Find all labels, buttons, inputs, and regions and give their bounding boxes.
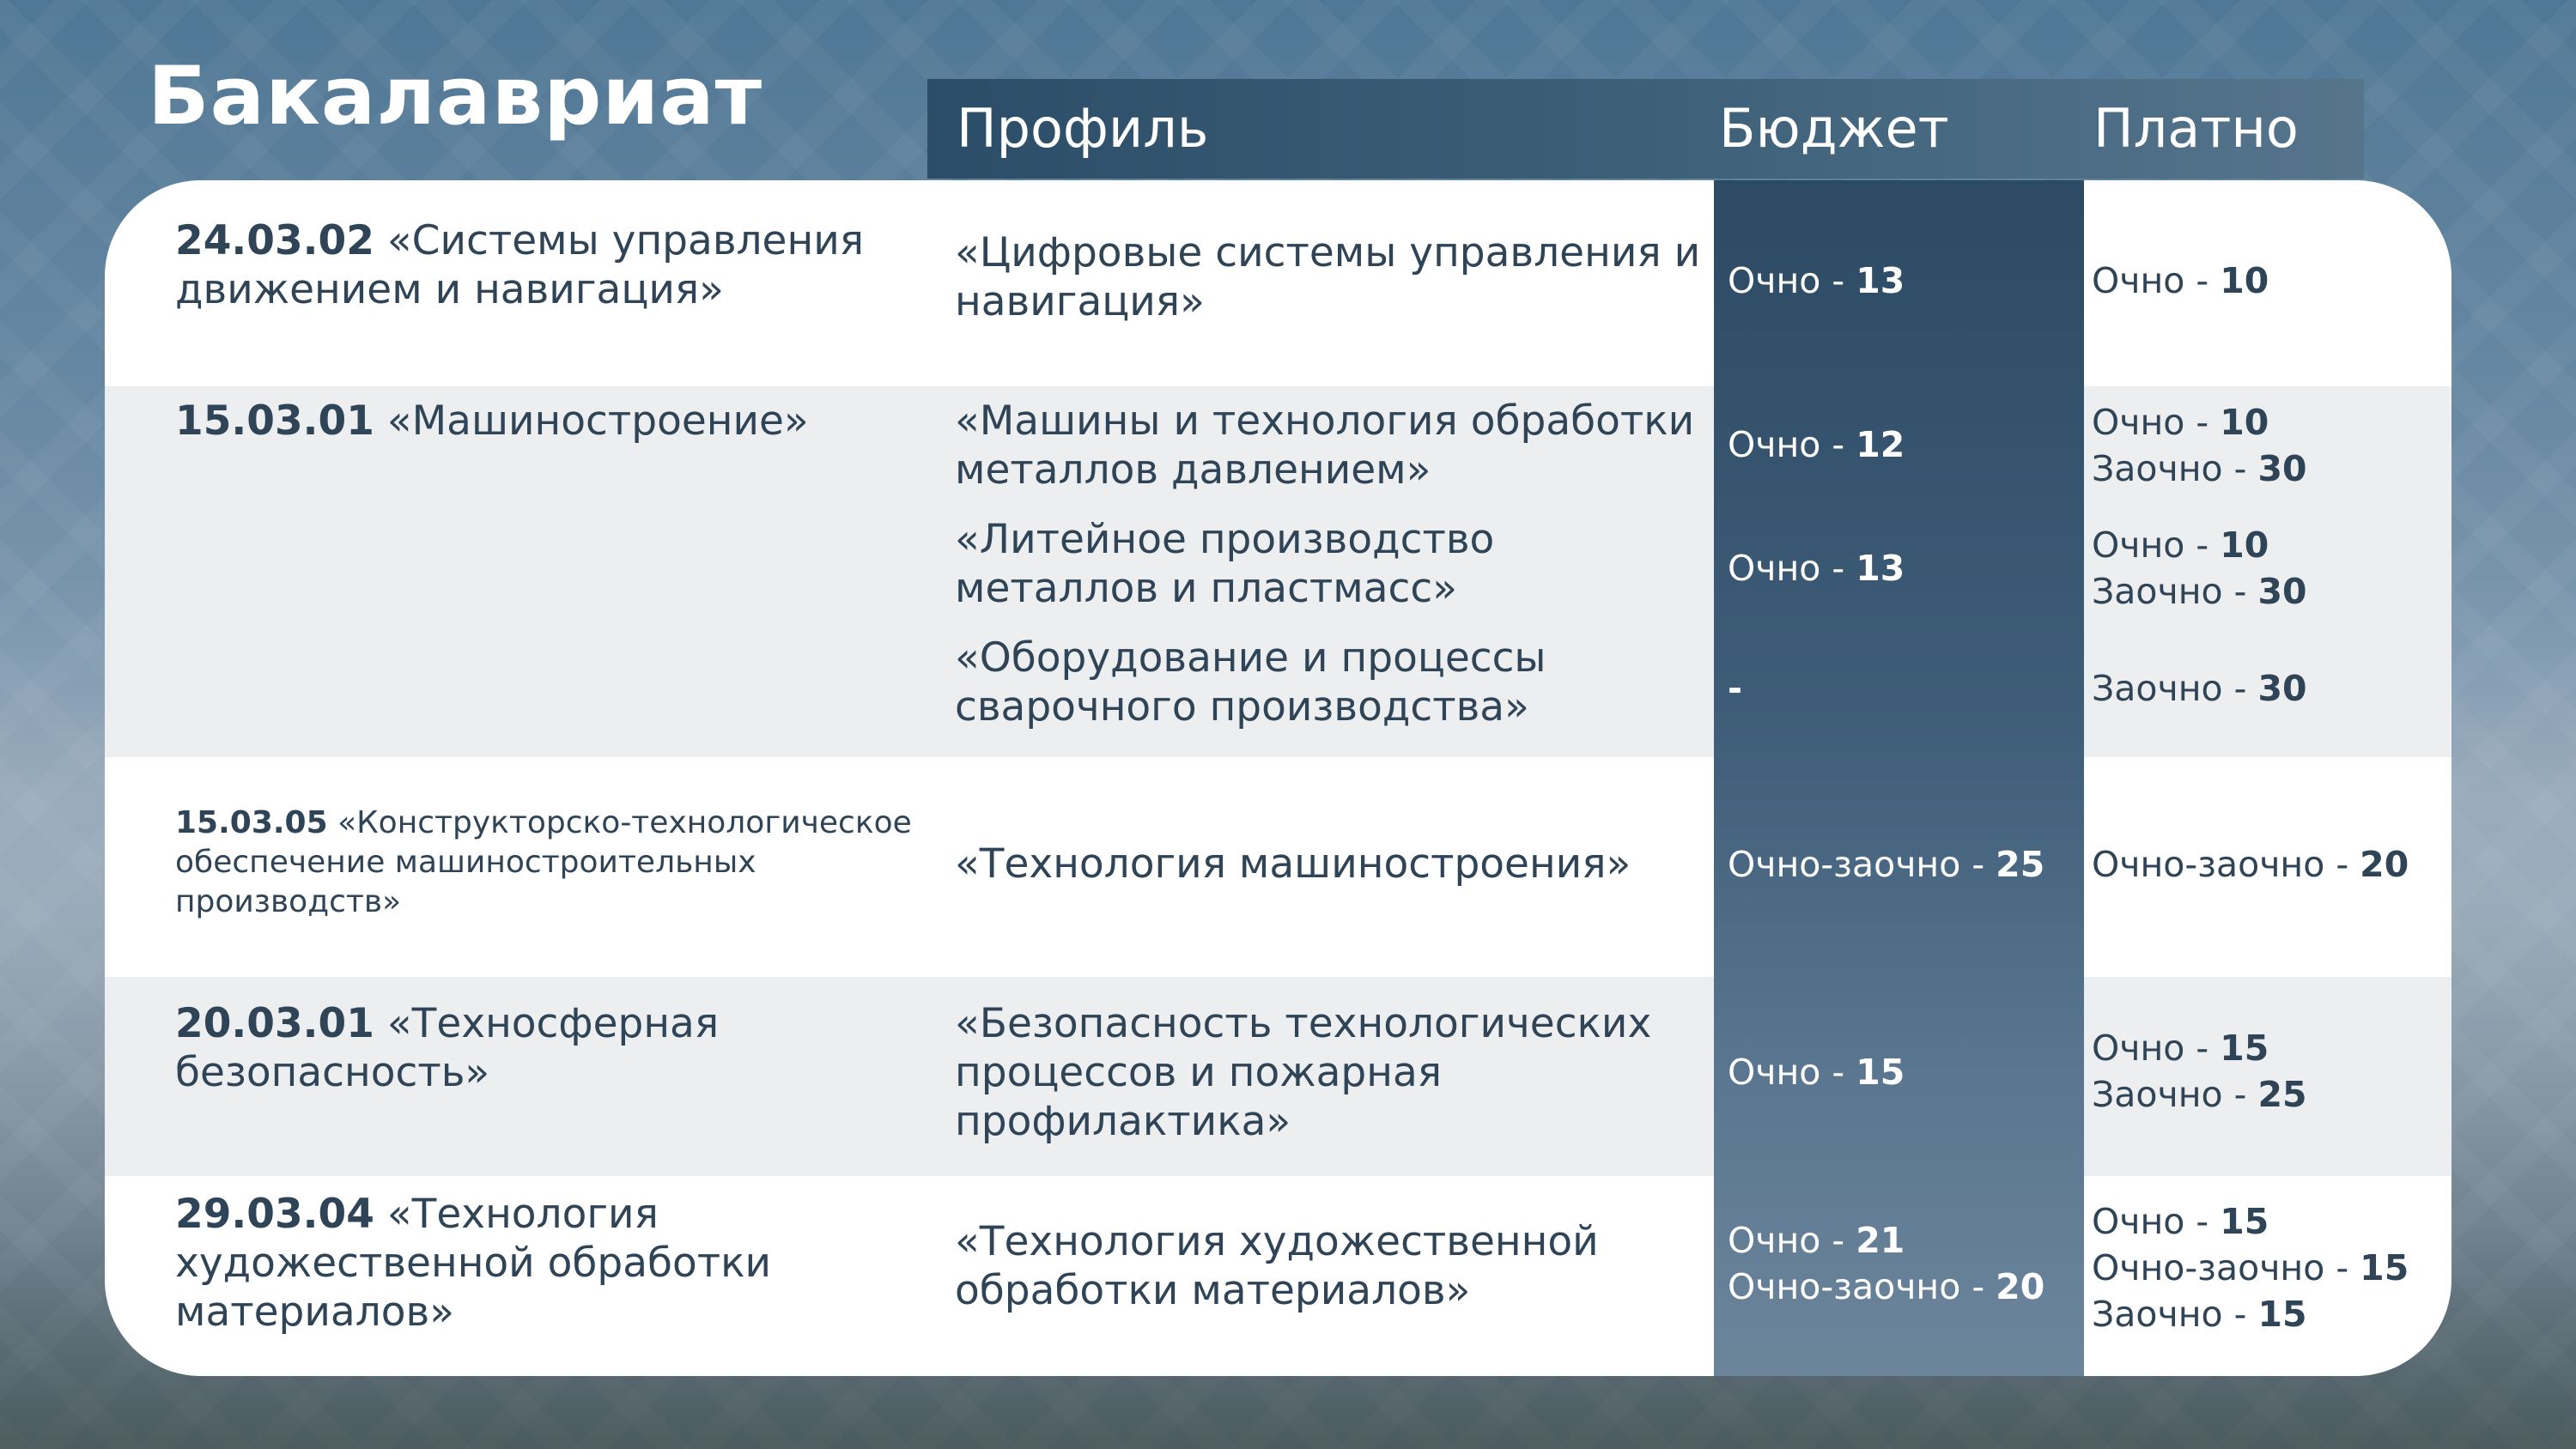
seat-count: 30 bbox=[2257, 448, 2307, 489]
seat-count: 25 bbox=[1996, 844, 2045, 885]
study-mode: Очно - bbox=[2092, 1201, 2221, 1242]
budget-column bbox=[1714, 180, 2084, 1376]
table-header: Профиль Бюджет Платно bbox=[927, 79, 2364, 179]
direction-cell: 20.03.01 «Техносферная безопасность» bbox=[175, 999, 948, 1097]
seat-count: 12 bbox=[1856, 424, 1905, 465]
seat-count: 10 bbox=[2220, 260, 2269, 301]
study-mode: Очно-заочно - bbox=[1728, 1266, 1996, 1307]
page-title: Бакалавриат bbox=[148, 50, 763, 143]
header-budget: Бюджет bbox=[1719, 97, 1949, 160]
direction-cell: 15.03.05 «Конструкторско-технологическое… bbox=[175, 803, 948, 922]
budget-cell: Очно - 12 bbox=[1728, 421, 2080, 468]
study-mode: Очно-заочно - bbox=[2092, 1247, 2360, 1288]
seat-count: 15 bbox=[2360, 1247, 2409, 1288]
seat-count: 25 bbox=[2257, 1074, 2307, 1115]
study-mode: Заочно - bbox=[2092, 668, 2258, 709]
profile-cell: «Оборудование и процессы сварочного прои… bbox=[955, 634, 1546, 731]
direction-cell: 24.03.02 «Системы управления движением и… bbox=[175, 216, 948, 314]
study-mode: Очно - bbox=[2092, 524, 2221, 566]
budget-cell: Очно - 13 bbox=[1728, 545, 2080, 591]
profile-cell: «Технология художественной обработки мат… bbox=[955, 1218, 1599, 1314]
direction-code: 24.03.02 bbox=[175, 217, 374, 264]
study-mode: Очно - bbox=[1728, 1052, 1856, 1093]
study-mode: Заочно - bbox=[2092, 448, 2258, 489]
direction-cell: 15.03.01 «Машиностроение» bbox=[175, 397, 948, 446]
study-mode: Заочно - bbox=[2092, 571, 2258, 612]
seat-count: 30 bbox=[2257, 571, 2307, 612]
direction-name: «Машиностроение» bbox=[374, 397, 809, 445]
profile-cell: «Безопасность технологических процессов … bbox=[955, 1000, 1652, 1145]
study-mode: Очно - bbox=[1728, 548, 1856, 589]
paid-cell: Очно - 10 Заочно - 30 bbox=[2092, 522, 2444, 615]
seat-count: 13 bbox=[1856, 260, 1905, 301]
study-mode: Очно - bbox=[2092, 402, 2221, 443]
seat-count: 15 bbox=[2220, 1028, 2269, 1069]
paid-cell: Очно - 10 Заочно - 30 bbox=[2092, 399, 2444, 492]
no-seats-dash: - bbox=[1728, 668, 1743, 709]
budget-cell: Очно - 13 bbox=[1728, 258, 2080, 304]
study-mode: Заочно - bbox=[2092, 1074, 2258, 1115]
admission-table: 24.03.02 «Системы управления движением и… bbox=[105, 180, 2451, 1376]
budget-cell: - bbox=[1728, 665, 2080, 712]
direction-code: 15.03.01 bbox=[175, 397, 374, 445]
seat-count: 15 bbox=[1856, 1052, 1905, 1093]
seat-count: 10 bbox=[2220, 402, 2269, 443]
seat-count: 10 bbox=[2220, 524, 2269, 566]
direction-code: 15.03.05 bbox=[175, 805, 328, 840]
paid-cell: Заочно - 30 bbox=[2092, 665, 2444, 712]
paid-cell: Очно - 10 bbox=[2092, 258, 2444, 304]
study-mode: Очно - bbox=[1728, 1220, 1856, 1261]
seat-count: 20 bbox=[2360, 844, 2409, 885]
budget-cell: Очно - 15 bbox=[1728, 1049, 2080, 1095]
profile-cell: «Литейное производство металлов и пластм… bbox=[955, 516, 1495, 612]
direction-code: 29.03.04 bbox=[175, 1191, 374, 1238]
seat-count: 15 bbox=[2257, 1294, 2307, 1335]
direction-code: 20.03.01 bbox=[175, 1000, 374, 1047]
study-mode: Очно-заочно - bbox=[1728, 844, 1996, 885]
seat-count: 15 bbox=[2220, 1201, 2269, 1242]
study-mode: Очно - bbox=[2092, 260, 2221, 301]
study-mode: Очно-заочно - bbox=[2092, 844, 2360, 885]
study-mode: Заочно - bbox=[2092, 1294, 2258, 1335]
budget-cell: Очно - 21 Очно-заочно - 20 bbox=[1728, 1217, 2080, 1310]
header-profile: Профиль bbox=[957, 97, 1209, 160]
profile-cell: «Цифровые системы управления и навигация… bbox=[955, 229, 1701, 325]
paid-cell: Очно - 15 Заочно - 25 bbox=[2092, 1025, 2444, 1118]
seat-count: 13 bbox=[1856, 548, 1905, 589]
profile-cell: «Технология машиностроения» bbox=[955, 840, 1631, 888]
seat-count: 21 bbox=[1856, 1220, 1905, 1261]
paid-cell: Очно-заочно - 20 bbox=[2092, 841, 2444, 888]
budget-cell: Очно-заочно - 25 bbox=[1728, 841, 2080, 888]
profile-cell: «Машины и технология обработки металлов … bbox=[955, 397, 1695, 494]
seat-count: 30 bbox=[2257, 668, 2307, 709]
direction-cell: 29.03.04 «Технология художественной обра… bbox=[175, 1190, 948, 1337]
study-mode: Очно - bbox=[1728, 424, 1856, 465]
study-mode: Очно - bbox=[2092, 1028, 2221, 1069]
header-paid: Платно bbox=[2093, 97, 2299, 160]
study-mode: Очно - bbox=[1728, 260, 1856, 301]
paid-cell: Очно - 15 Очно-заочно - 15 Заочно - 15 bbox=[2092, 1198, 2444, 1337]
seat-count: 20 bbox=[1996, 1266, 2045, 1307]
